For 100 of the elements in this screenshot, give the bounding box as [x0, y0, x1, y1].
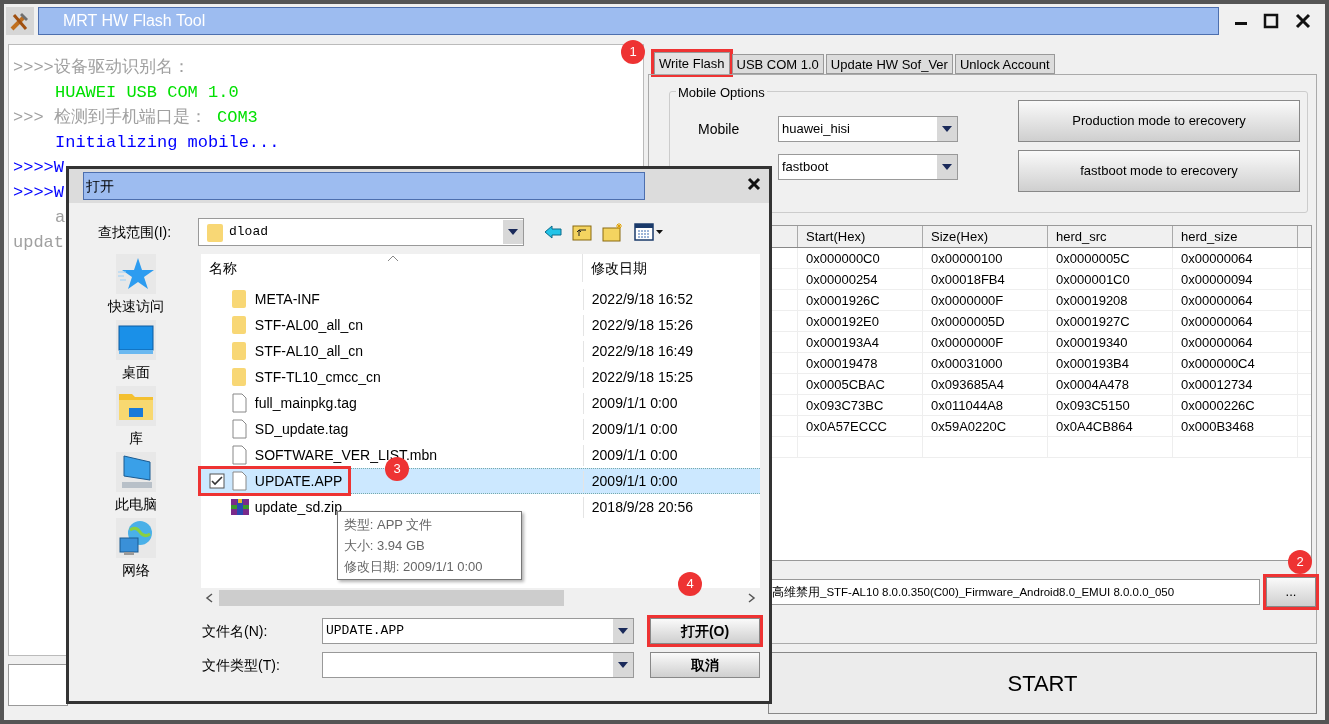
globe-icon [116, 518, 157, 558]
file-name: SD_update.tag [254, 419, 349, 439]
table-cell: 0x000000C4 [1173, 353, 1298, 373]
file-name: full_mainpkg.tag [254, 393, 357, 413]
places-item[interactable]: 此电脑 [115, 452, 158, 512]
window-title: MRT HW Flash Tool [63, 11, 206, 31]
scroll-right-icon [748, 593, 756, 603]
folder-icon [230, 341, 249, 361]
column-header[interactable]: herd_size [1173, 226, 1298, 247]
field-label: Mobile [698, 119, 741, 139]
filetype-dropdown[interactable] [322, 652, 634, 678]
file-row[interactable]: SD_update.tag 2009/1/1 0:00 [200, 416, 760, 442]
table-cell: 0x0A57ECCC [798, 416, 923, 436]
file-row[interactable]: STF-AL10_all_cn 2022/9/18 16:49 [200, 338, 760, 364]
archive-icon [230, 497, 249, 517]
status-field[interactable] [8, 664, 68, 706]
table-cell: 0x000001C0 [1048, 269, 1173, 289]
folder-icon [230, 289, 249, 309]
file-name: STF-TL10_cmcc_cn [254, 367, 381, 387]
field-label: 查找范围(I): [98, 222, 173, 242]
mode-dropdown[interactable]: fastboot [778, 154, 958, 180]
table-cell: 0x0004A478 [1048, 374, 1173, 394]
table-cell: 0x00000094 [1173, 269, 1298, 289]
start-button[interactable]: START [768, 652, 1317, 714]
file-date: 2009/1/1 0:00 [582, 418, 678, 440]
table-cell: 0x00012734 [1173, 374, 1298, 394]
column-header[interactable]: Size(Hex) [923, 226, 1048, 247]
table-cell: 0x0A4CB864 [1048, 416, 1173, 436]
filename-field[interactable]: UPDATE.APP [322, 618, 634, 644]
file-name: update_sd.zip [254, 497, 342, 517]
browse-button[interactable]: ... [1266, 577, 1316, 607]
log-text: >>>>W [13, 157, 64, 179]
tab[interactable]: Unlock Account [954, 54, 1055, 74]
file-row[interactable]: STF-TL10_cmcc_cn 2022/9/18 15:25 [200, 364, 760, 390]
log-text: updat [13, 232, 64, 254]
table-cell: 0x00000064 [1173, 290, 1298, 310]
table-cell: 0x000192E0 [798, 311, 923, 331]
column-header[interactable]: 修改日期 [582, 257, 647, 279]
places-item[interactable]: 网络 [116, 518, 157, 578]
new-folder-icon [602, 222, 624, 242]
table-cell: 0x0000000F [923, 290, 1048, 310]
column-header[interactable]: 名称 [200, 254, 583, 282]
table-cell: 0x093685A4 [923, 374, 1048, 394]
column-header[interactable]: Start(Hex) [798, 226, 923, 247]
places-item[interactable]: 库 [116, 386, 157, 446]
folder-icon [230, 315, 249, 335]
file-date: 2009/1/1 0:00 [582, 470, 678, 492]
table-cell: 0x00031000 [923, 353, 1048, 373]
look-in-dropdown[interactable]: dload [198, 218, 524, 246]
file-row[interactable]: full_mainpkg.tag 2009/1/1 0:00 [200, 390, 760, 416]
log-text: >>>>W [13, 182, 64, 204]
log-text: >>> 检测到手机端口是： [13, 106, 207, 129]
log-text: HUAWEI USB COM 1.0 [55, 82, 239, 104]
tab[interactable]: Write Flash [654, 52, 730, 74]
table-cell: 0x00000064 [1173, 332, 1298, 352]
document-icon [230, 419, 249, 439]
places-item[interactable]: 桌面 [116, 320, 157, 380]
table-cell: 0x00000064 [1173, 311, 1298, 331]
table-cell: 0x0000005D [923, 311, 1048, 331]
file-name: UPDATE.APP [254, 471, 343, 491]
file-date: 2022/9/18 15:26 [582, 314, 693, 336]
file-date: 2009/1/1 0:00 [582, 444, 678, 466]
column-header[interactable]: herd_src [1048, 226, 1173, 247]
mode-button[interactable]: Production mode to erecovery [1018, 100, 1300, 142]
table-cell: 0x00000064 [1173, 248, 1298, 268]
folder-icon [230, 367, 249, 387]
log-text: >>>>设备驱动识别名： [13, 57, 190, 79]
mobile-dropdown[interactable]: huawei_hisi [778, 116, 958, 142]
file-name: META-INF [254, 289, 320, 309]
field-label: 文件名(N): [202, 621, 269, 641]
file-name: STF-AL00_all_cn [254, 315, 363, 335]
close-icon [747, 177, 761, 191]
log-text: a [55, 207, 66, 229]
folder-icon [207, 222, 223, 242]
table-cell: 0x0000005C [1048, 248, 1173, 268]
annotation-badge: 1 [621, 40, 645, 64]
open-button[interactable]: 打开(O) [650, 618, 760, 644]
tools-icon [6, 7, 34, 35]
dialog-title: 打开 [86, 176, 114, 196]
file-date: 2009/1/1 0:00 [582, 392, 678, 414]
tab[interactable]: Update HW Sof_Ver [825, 54, 953, 74]
cancel-button[interactable]: 取消 [650, 652, 760, 678]
table-cell: 0x00000254 [798, 269, 923, 289]
tooltip-text: 修改日期: 2009/1/1 0:00 [343, 558, 484, 576]
file-row[interactable]: STF-AL00_all_cn 2022/9/18 15:26 [200, 312, 760, 338]
table-cell: 0x00019208 [1048, 290, 1173, 310]
tab[interactable]: USB COM 1.0 [731, 54, 824, 74]
table-cell: 0x000000C0 [798, 248, 923, 268]
file-path-field[interactable]: 高维禁用_STF-AL10 8.0.0.350(C00)_Firmware_Android8.0_EMUI 8.0.0.0_050 [769, 579, 1260, 605]
file-row[interactable]: META-INF 2022/9/18 16:52 [200, 286, 760, 312]
table-cell: 0x093C73BC [798, 395, 923, 415]
table-cell: 0x00019340 [1048, 332, 1173, 352]
dropdown-caret-icon [937, 155, 957, 179]
document-icon [230, 445, 249, 465]
scrollbar-thumb[interactable] [218, 590, 564, 606]
places-item[interactable]: 快速访问 [108, 254, 165, 314]
mode-button[interactable]: fastboot mode to erecovery [1018, 150, 1300, 192]
file-date: 2022/9/18 15:25 [582, 366, 693, 388]
view-menu-icon [634, 223, 664, 241]
table-cell: 0x000B3468 [1173, 416, 1298, 436]
